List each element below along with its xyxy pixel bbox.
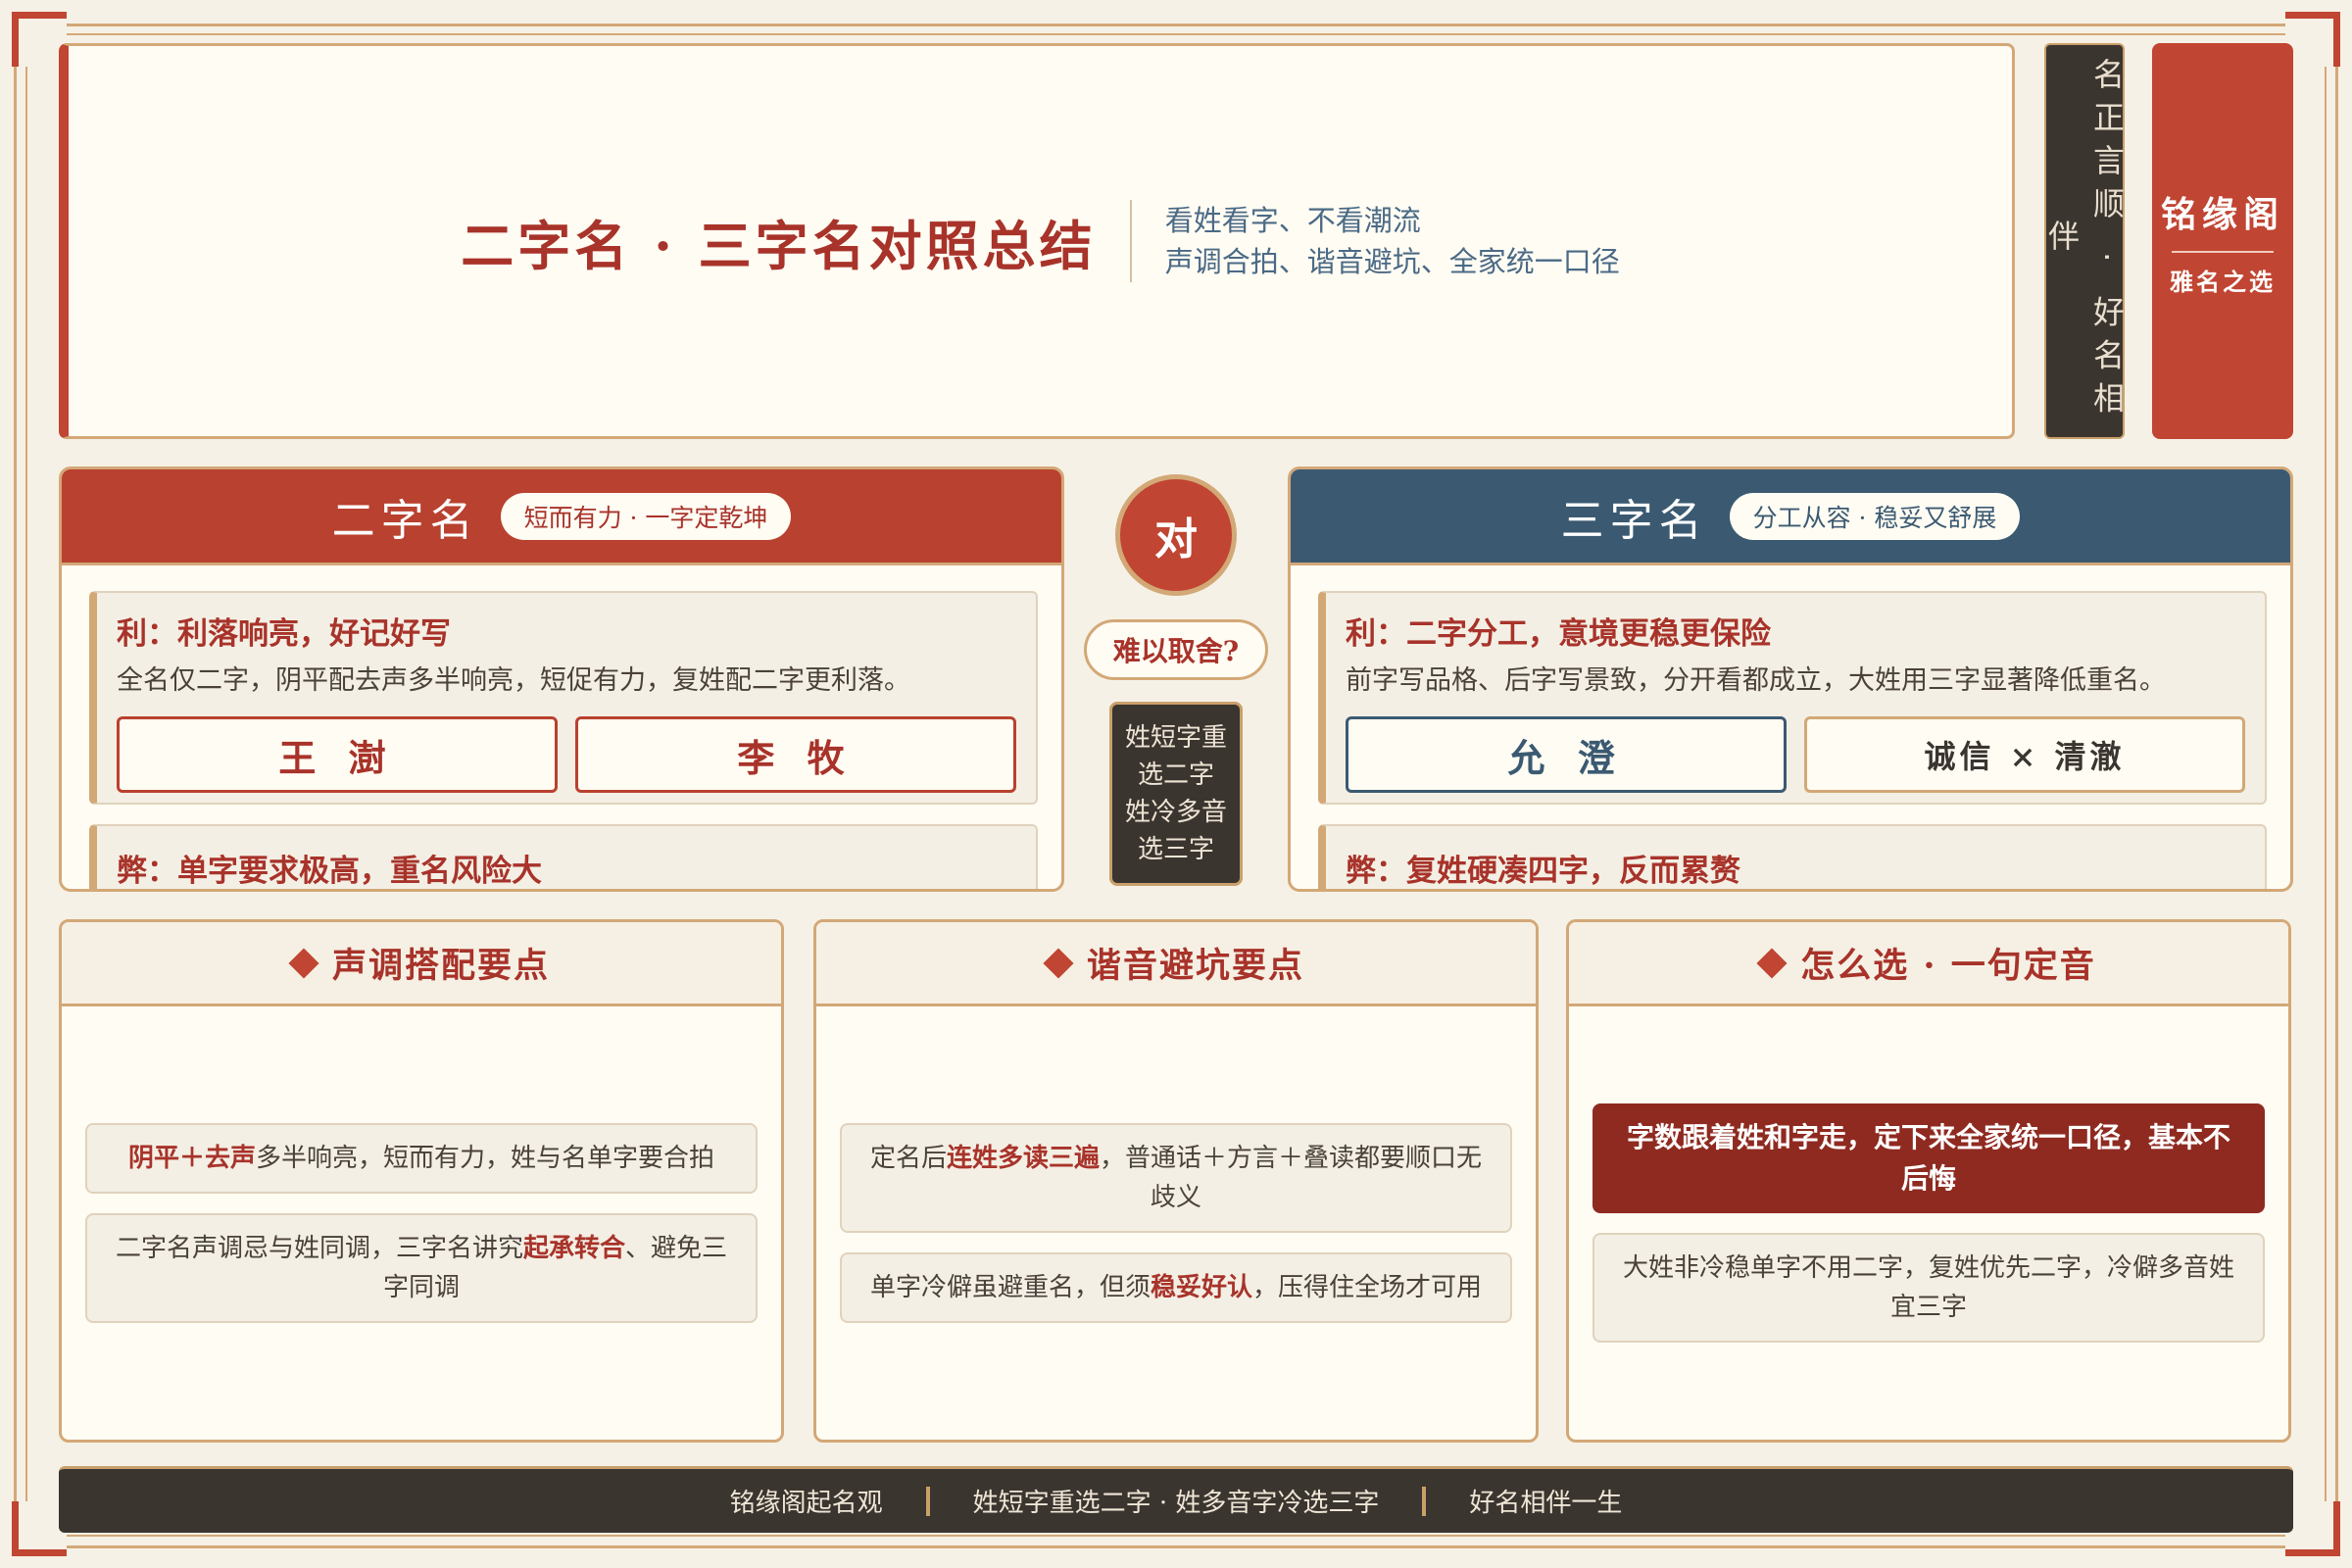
- three-char-pros: 利：二字分工，意境更稳更保险 前字写品格、后字写景致，分开看都成立，大姓用三字显…: [1318, 591, 2267, 805]
- question-pill: 难以取舍?: [1084, 619, 1268, 680]
- tone-panel-title: 声调搭配要点: [331, 946, 550, 986]
- homophone-panel: 谐音避坑要点 定名后连姓多读三遍，普通话＋方言＋叠读都要顺口无歧义 单字冷僻虽避…: [813, 919, 1539, 1443]
- tip-item: 定名后连姓多读三遍，普通话＋方言＋叠读都要顺口无歧义: [840, 1123, 1512, 1233]
- three-char-title: 三字名: [1560, 495, 1708, 546]
- rule-of-thumb-note: 姓短字重 选二字 姓冷多音 选三字: [1109, 702, 1243, 886]
- note-line: 选三字: [1137, 835, 1214, 864]
- tip-highlight: 阴平＋去声: [127, 1144, 256, 1173]
- choose-panel: 怎么选 · 一句定音 字数跟着姓和字走，定下来全家统一口径，基本不后悔 大姓非冷…: [1566, 919, 2291, 1443]
- two-char-pro-text: 全名仅二字，阴平配去声多半响亮，短促有力，复姓配二字更利落。: [117, 665, 910, 696]
- brand-name: 铭缘阁: [2160, 193, 2284, 235]
- tone-panel: 声调搭配要点 阴平＋去声多半响亮，短而有力，姓与名单字要合拍 二字名声调忌与姓同…: [59, 919, 784, 1443]
- two-char-examples: 王 澍 李 牧: [117, 716, 1016, 793]
- footer-item: 姓短字重选二字 · 姓多音字冷选三字: [972, 1489, 1380, 1518]
- versus-badge: 对: [1115, 474, 1237, 596]
- two-char-cons: 弊：单字要求极高，重名风险大: [89, 824, 1038, 889]
- tip-text: 定名后: [869, 1144, 947, 1173]
- footer-item: 铭缘阁起名观: [729, 1489, 883, 1518]
- example-name-card: 王 澍: [117, 716, 558, 793]
- page-subtitle: 看姓看字、不看潮流 声调合拍、谐音避坑、全家统一口径: [1165, 200, 1620, 282]
- diamond-icon: [1043, 947, 1074, 979]
- example-name-card: 允 澄: [1346, 716, 1787, 793]
- three-char-cons: 弊：复姓硬凑四字，反而累赘: [1318, 824, 2267, 889]
- three-char-examples: 允 澄 诚信 × 清澈: [1346, 716, 2245, 793]
- homophone-panel-title: 谐音避坑要点: [1086, 946, 1304, 986]
- two-char-tag: 短而有力 · 一字定乾坤: [500, 492, 792, 540]
- diamond-icon: [1756, 947, 1788, 979]
- tip-item: 阴平＋去声多半响亮，短而有力，姓与名单字要合拍: [85, 1123, 758, 1194]
- diamond-icon: [288, 947, 319, 979]
- footer-bar: 铭缘阁起名观 姓短字重选二字 · 姓多音字冷选三字 好名相伴一生: [59, 1466, 2293, 1533]
- tip-item: 大姓非冷稳单字不用二字，复姓优先二字，冷僻多音姓宜三字: [1592, 1233, 2265, 1343]
- choose-panel-header: 怎么选 · 一句定音: [1569, 922, 2288, 1006]
- note-line: 姓冷多音: [1124, 798, 1227, 827]
- page-title: 二字名 · 三字名对照总结: [461, 214, 1097, 277]
- vertical-motto: 名正言顺 · 好名相伴: [2043, 43, 2126, 439]
- brand-slogan: 雅名之选: [2170, 267, 2276, 296]
- tone-panel-body: 阴平＋去声多半响亮，短而有力，姓与名单字要合拍 二字名声调忌与姓同调，三字名讲究…: [62, 1006, 781, 1440]
- homophone-panel-header: 谐音避坑要点: [816, 922, 1536, 1006]
- three-char-pro-title: 利：二字分工，意境更稳更保险: [1346, 616, 1771, 652]
- two-char-header: 二字名 短而有力 · 一字定乾坤: [62, 469, 1061, 565]
- tip-highlight: 起承转合: [522, 1234, 625, 1263]
- two-char-pro-title: 利：利落响亮，好记好写: [117, 616, 451, 652]
- subtitle-line-1: 看姓看字、不看潮流: [1164, 204, 1421, 237]
- brand-divider: [2172, 250, 2274, 253]
- tip-text: ，压得住全场才可用: [1252, 1273, 1483, 1302]
- two-char-title: 二字名: [331, 495, 479, 546]
- footer-item: 好名相伴一生: [1469, 1489, 1623, 1518]
- footer-separator: [1422, 1486, 1427, 1516]
- note-line: 选二字: [1137, 760, 1214, 790]
- page-frame: 二字名 · 三字名对照总结 看姓看字、不看潮流 声调合拍、谐音避坑、全家统一口径…: [0, 0, 2352, 1568]
- three-char-pro-text: 前字写品格、后字写景致，分开看都成立，大姓用三字显著降低重名。: [1346, 665, 2166, 696]
- footer-separator: [925, 1486, 930, 1516]
- corner-ornament-bottom-right: [2285, 1501, 2340, 1556]
- corner-ornament-top-right: [2285, 12, 2340, 67]
- three-char-tag: 分工从容 · 稳妥又舒展: [1729, 492, 2021, 540]
- tip-item: 单字冷僻虽避重名，但须稳妥好认，压得住全场才可用: [840, 1252, 1512, 1323]
- choose-panel-body: 字数跟着姓和字走，定下来全家统一口径，基本不后悔 大姓非冷稳单字不用二字，复姓优…: [1569, 1006, 2288, 1440]
- tip-text: 二字名声调忌与姓同调，三字名讲究: [115, 1234, 523, 1263]
- three-char-con-title: 弊：复姓硬凑四字，反而累赘: [1346, 854, 1740, 889]
- two-char-pros: 利：利落响亮，好记好写 全名仅二字，阴平配去声多半响亮，短促有力，复姓配二字更利…: [89, 591, 1038, 805]
- two-char-card: 二字名 短而有力 · 一字定乾坤 利：利落响亮，好记好写 全名仅二字，阴平配去声…: [59, 466, 1064, 892]
- three-char-card: 三字名 分工从容 · 稳妥又舒展 利：二字分工，意境更稳更保险 前字写品格、后字…: [1288, 466, 2293, 892]
- tone-panel-header: 声调搭配要点: [62, 922, 781, 1006]
- verdict-callout: 字数跟着姓和字走，定下来全家统一口径，基本不后悔: [1592, 1103, 2265, 1213]
- hero-banner: 二字名 · 三字名对照总结 看姓看字、不看潮流 声调合拍、谐音避坑、全家统一口径: [59, 43, 2015, 439]
- example-meaning-card: 诚信 × 清澈: [1804, 716, 2245, 793]
- brand-seal: 铭缘阁 雅名之选: [2152, 43, 2293, 439]
- subtitle-line-2: 声调合拍、谐音避坑、全家统一口径: [1164, 245, 1620, 278]
- homophone-panel-body: 定名后连姓多读三遍，普通话＋方言＋叠读都要顺口无歧义 单字冷僻虽避重名，但须稳妥…: [816, 1006, 1536, 1440]
- tip-item: 二字名声调忌与姓同调，三字名讲究起承转合、避免三字同调: [85, 1213, 758, 1323]
- tip-text: 单字冷僻虽避重名，但须: [869, 1273, 1151, 1302]
- tip-highlight: 连姓多读三遍: [946, 1144, 1100, 1173]
- two-char-con-title: 弊：单字要求极高，重名风险大: [117, 854, 542, 889]
- tip-highlight: 稳妥好认: [1150, 1273, 1252, 1302]
- three-char-header: 三字名 分工从容 · 稳妥又舒展: [1291, 469, 2290, 565]
- tip-text: ，普通话＋方言＋叠读都要顺口无歧义: [1100, 1144, 1483, 1212]
- note-line: 姓短字重: [1124, 723, 1227, 753]
- example-name-card: 李 牧: [575, 716, 1016, 793]
- choose-panel-title: 怎么选 · 一句定音: [1800, 946, 2096, 986]
- title-divider: [1129, 200, 1132, 282]
- tip-text: 多半响亮，短而有力，姓与名单字要合拍: [256, 1144, 715, 1173]
